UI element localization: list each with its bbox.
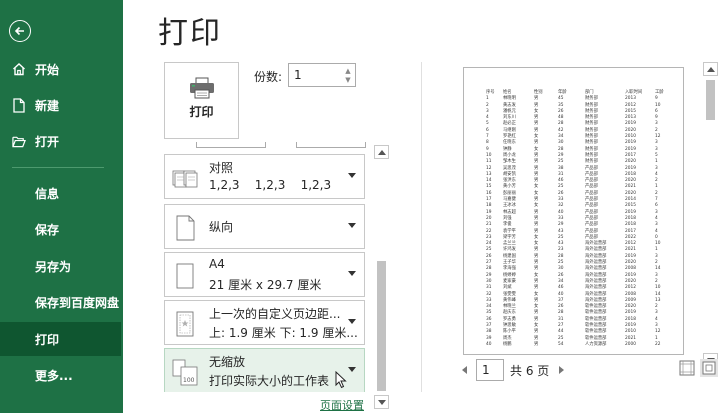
print-button-label: 打印 <box>189 105 214 119</box>
page-title: 打印 <box>158 16 222 51</box>
new-file-icon <box>12 97 26 113</box>
sidebar-item-new[interactable]: 新建 <box>0 88 123 122</box>
home-icon <box>12 61 26 77</box>
margins-icon <box>176 311 194 337</box>
scrollbar-thumb[interactable] <box>706 80 715 120</box>
preview-cell: 杨鹏 <box>503 341 512 347</box>
sidebar-item-home[interactable]: 开始 <box>0 52 123 86</box>
current-page-input[interactable]: 1 <box>476 359 504 381</box>
svg-text:100: 100 <box>183 377 195 384</box>
partial-select[interactable] <box>296 142 366 148</box>
previous-page-icon[interactable] <box>462 366 467 374</box>
scaling-label: 无缩放 <box>209 355 246 369</box>
dropdown-arrow-icon[interactable] <box>348 173 356 178</box>
paper-size-sub: 21 厘米 x 29.7 厘米 <box>209 278 322 292</box>
preview-cell: 54 <box>558 341 564 347</box>
preview-cell: 男 <box>534 341 539 347</box>
next-page-icon[interactable] <box>559 366 565 374</box>
no-scaling-icon: 100 <box>172 359 198 386</box>
dropdown-arrow-icon[interactable] <box>348 367 356 372</box>
sidebar-item-label: 打开 <box>35 134 60 149</box>
scaling-setting[interactable]: 100 无缩放 打印实际大小的工作表 <box>164 348 365 392</box>
pane-divider <box>421 62 422 392</box>
table-row: 40 杨鹏 男 54 人力资源部 2000 22 <box>486 342 665 348</box>
paper-size-label: A4 <box>209 257 225 271</box>
sidebar-item-label: 保存到百度网盘 <box>35 295 120 310</box>
zoom-to-page-icon[interactable] <box>700 359 718 377</box>
sidebar-item-label: 保存 <box>35 222 60 237</box>
preview-cell: 40 <box>486 341 492 347</box>
scrollbar-thumb[interactable] <box>377 261 386 391</box>
scroll-up-icon[interactable] <box>374 145 389 159</box>
collate-setting[interactable]: 对照 1,2,3 1,2,3 1,2,3 <box>164 154 365 199</box>
collate-sub: 1,2,3 1,2,3 1,2,3 <box>209 178 332 192</box>
dropdown-arrow-icon[interactable] <box>348 271 356 276</box>
portrait-icon <box>176 215 195 241</box>
sidebar-item-save-to-baidu[interactable]: 保存到百度网盘 <box>0 285 123 319</box>
copies-label: 份数: <box>254 70 283 84</box>
copies-stepper[interactable]: 1 ▲ ▼ <box>288 63 356 87</box>
scaling-sub: 打印实际大小的工作表 <box>209 374 330 388</box>
settings-scrollbar[interactable] <box>374 145 389 409</box>
paper-size-setting[interactable]: A4 21 厘米 x 29.7 厘米 <box>164 252 365 297</box>
sidebar-item-label: 新建 <box>35 98 60 113</box>
preview-scrollbar[interactable] <box>703 62 718 367</box>
sidebar-item-open[interactable]: 打开 <box>0 124 123 158</box>
paper-size-icon <box>176 263 194 289</box>
sidebar-item-label: 另存为 <box>35 259 72 274</box>
preview-cell: 2000 <box>625 341 636 347</box>
dropdown-arrow-icon[interactable] <box>348 223 356 228</box>
scroll-down-icon[interactable] <box>374 395 389 409</box>
sidebar-item-save-as[interactable]: 另存为 <box>0 249 123 283</box>
preview-cell: 人力资源部 <box>585 341 607 347</box>
mouse-cursor-icon <box>335 371 347 389</box>
print-button[interactable]: 打印 <box>164 62 239 139</box>
margins-sub: 上: 1.9 厘米 下: 1.9 厘米... <box>209 326 358 340</box>
print-settings-list: 对照 1,2,3 1,2,3 1,2,3 纵向 A4 21 厘米 x 29.7 … <box>160 142 370 392</box>
sidebar-item-more[interactable]: 更多... <box>0 358 123 392</box>
dropdown-arrow-icon[interactable] <box>348 319 356 324</box>
sidebar-item-label: 开始 <box>35 62 60 77</box>
margins-setting[interactable]: 上一次的自定义页边距... 上: 1.9 厘米 下: 1.9 厘米... <box>164 300 365 345</box>
scroll-up-icon[interactable] <box>703 62 718 76</box>
sidebar-divider <box>12 167 104 168</box>
margins-label: 上一次的自定义页边距... <box>209 307 341 321</box>
partial-settings-row <box>160 142 370 154</box>
partial-select[interactable] <box>196 142 266 148</box>
preview-cell: 22 <box>655 341 661 347</box>
sidebar-item-label: 信息 <box>35 186 60 201</box>
printer-icon <box>189 77 214 99</box>
page-setup-link[interactable]: 页面设置 <box>320 397 364 413</box>
page-navigator: 1 共 6 页 <box>462 359 565 381</box>
orientation-label: 纵向 <box>209 220 234 234</box>
sidebar-item-label: 更多... <box>35 368 73 383</box>
sidebar-item-info[interactable]: 信息 <box>0 176 123 210</box>
back-arrow-icon[interactable] <box>9 20 31 42</box>
print-preview-page: 序号 姓名 性别 年龄 部门 入职时间 工龄 1 林晓明男 45 财务部 2013 9 2 黄志发男 35 财务… <box>463 67 684 355</box>
sidebar-item-save[interactable]: 保存 <box>0 212 123 246</box>
open-folder-icon <box>12 133 26 149</box>
show-margins-icon[interactable] <box>678 359 696 377</box>
copies-value: 1 <box>294 68 302 82</box>
spin-down-icon[interactable]: ▼ <box>344 76 352 84</box>
collate-label: 对照 <box>209 161 234 175</box>
sidebar-item-label: 打印 <box>35 332 60 347</box>
orientation-setting[interactable]: 纵向 <box>164 204 365 249</box>
sidebar-item-print[interactable]: 打印 <box>0 322 121 356</box>
backstage-sidebar: 开始 新建 打开 信息 保存 另存为 保存到百度网盘 打印 更多... <box>0 0 123 413</box>
preview-table: 序号 姓名 性别 年龄 部门 入职时间 工龄 1 林晓明男 45 财务部 2013 9 2 黄志发男 35 财务… <box>486 90 665 348</box>
total-pages: 共 6 页 <box>510 363 550 378</box>
spin-up-icon[interactable]: ▲ <box>344 67 352 75</box>
collate-icon <box>172 170 198 188</box>
